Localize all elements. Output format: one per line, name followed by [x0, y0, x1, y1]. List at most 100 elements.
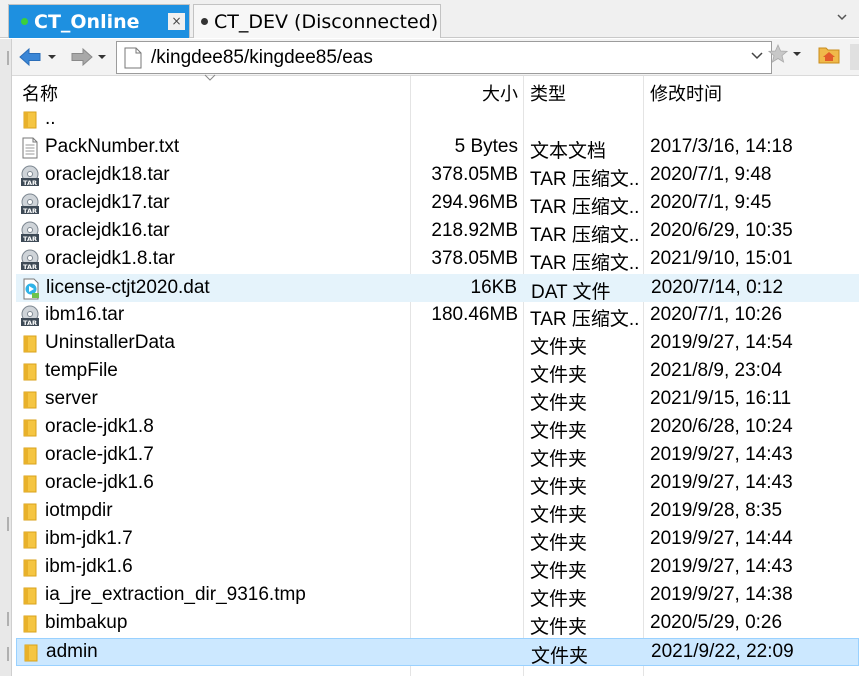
file-row[interactable]: .. [16, 106, 859, 134]
path-input[interactable] [151, 46, 711, 69]
column-header-size[interactable]: 大小 [482, 80, 518, 106]
file-row[interactable]: TAR oraclejdk1.8.tar 378.05MB TAR 压缩文... 202… [16, 246, 859, 274]
back-button[interactable] [18, 44, 57, 70]
svg-text:TAR: TAR [23, 207, 37, 215]
tar-archive-icon: TAR [20, 249, 40, 271]
chevron-down-icon[interactable] [47, 53, 57, 61]
folder-icon [20, 473, 40, 495]
file-row[interactable]: ibm-jdk1.6 文件夹 2019/9/27, 14:43 [16, 554, 859, 582]
file-type: 文件夹 [530, 617, 588, 638]
svg-text:TAR: TAR [23, 235, 37, 243]
tar-archive-icon: TAR [20, 221, 40, 243]
file-name: oraclejdk1.8.tar [45, 248, 175, 269]
tab-label: CT_DEV (Disconnected) [214, 10, 439, 33]
file-row[interactable]: ibm-jdk1.7 文件夹 2019/9/27, 14:44 [16, 526, 859, 554]
column-header-type[interactable]: 类型 [530, 80, 566, 106]
file-row[interactable]: ia_jre_extraction_dir_9316.tmp 文件夹 2019/9/… [16, 582, 859, 610]
file-name: oraclejdk18.tar [45, 164, 170, 185]
file-type: TAR 压缩文... [530, 225, 640, 246]
file-row[interactable]: iotmpdir 文件夹 2019/9/28, 8:35 [16, 498, 859, 526]
home-button[interactable] [818, 44, 840, 64]
file-size: 16KB [470, 277, 517, 298]
star-icon [768, 44, 788, 63]
file-modified: 2020/7/1, 9:45 [650, 192, 772, 213]
file-size: 180.46MB [431, 304, 518, 325]
folder-icon [20, 417, 40, 439]
file-name: oraclejdk17.tar [45, 192, 170, 213]
chevron-down-icon[interactable] [792, 50, 802, 58]
file-name: ia_jre_extraction_dir_9316.tmp [45, 584, 306, 605]
forward-button[interactable] [68, 44, 107, 70]
disconnected-status-icon [201, 18, 208, 25]
left-panel-edge [0, 39, 12, 676]
file-name: iotmpdir [45, 500, 113, 521]
file-name: PackNumber.txt [45, 136, 180, 157]
file-row[interactable]: license-ctjt2020.dat 16KB DAT 文件 2020/7/14,… [16, 274, 859, 303]
file-name: oraclejdk16.tar [45, 220, 170, 241]
folder-icon [20, 613, 40, 635]
file-name: ibm-jdk1.7 [45, 528, 133, 549]
bookmark-button[interactable] [768, 44, 802, 64]
tab-label: CT_Online [34, 10, 140, 33]
path-field[interactable] [116, 41, 772, 74]
file-modified: 2019/9/28, 8:35 [650, 500, 783, 521]
chevron-down-icon[interactable] [97, 53, 107, 61]
file-row[interactable]: bimbakup 文件夹 2020/5/29, 0:26 [16, 610, 859, 638]
file-modified: 2021/9/22, 22:09 [651, 641, 794, 662]
file-row[interactable]: TAR ibm16.tar 180.46MB TAR 压缩文... 2020/7/1, … [16, 302, 859, 330]
file-row[interactable]: TAR oraclejdk17.tar 294.96MB TAR 压缩文... 2020… [16, 190, 859, 218]
file-row[interactable]: tempFile 文件夹 2021/8/9, 23:04 [16, 358, 859, 386]
file-size: 378.05MB [431, 164, 518, 185]
file-name: server [45, 388, 98, 409]
tab-list-chevron-icon[interactable] [837, 12, 847, 22]
file-row[interactable]: oracle-jdk1.7 文件夹 2019/9/27, 14:43 [16, 442, 859, 470]
file-type: 文本文档 [530, 141, 607, 162]
file-row[interactable]: server 文件夹 2021/9/15, 16:11 [16, 386, 859, 414]
file-modified: 2019/9/27, 14:43 [650, 472, 793, 493]
file-size: 5 Bytes [454, 136, 518, 157]
folder-icon [21, 642, 41, 664]
tab-ct-dev[interactable]: CT_DEV (Disconnected) [193, 4, 441, 38]
file-row[interactable]: PackNumber.txt 5 Bytes 文本文档 2017/3/16, 14:1… [16, 134, 859, 162]
column-header-modified[interactable]: 修改时间 [650, 80, 722, 106]
file-modified: 2019/9/27, 14:44 [650, 528, 793, 549]
file-row[interactable]: TAR oraclejdk16.tar 218.92MB TAR 压缩文... 2020… [16, 218, 859, 246]
file-row[interactable]: UninstallerData 文件夹 2019/9/27, 14:54 [16, 330, 859, 358]
file-row[interactable]: TAR oraclejdk18.tar 378.05MB TAR 压缩文... 2020… [16, 162, 859, 190]
file-modified: 2019/9/27, 14:43 [650, 444, 793, 465]
file-modified: 2020/5/29, 0:26 [650, 612, 783, 633]
svg-text:TAR: TAR [23, 179, 37, 187]
file-list: 名称 大小 类型 修改时间 .. PackNumber.txt 5 Bytes 文本文… [14, 74, 859, 676]
file-row[interactable]: oracle-jdk1.8 文件夹 2020/6/28, 10:24 [16, 414, 859, 442]
column-header: 名称 大小 类型 修改时间 [14, 74, 859, 106]
sort-descending-icon [204, 74, 216, 81]
file-type: TAR 压缩文... [530, 197, 640, 218]
file-type: 文件夹 [530, 477, 588, 498]
file-type: 文件夹 [530, 561, 588, 582]
file-name: ibm16.tar [45, 304, 125, 325]
file-modified: 2020/6/28, 10:24 [650, 416, 793, 437]
file-type: TAR 压缩文... [530, 253, 640, 274]
file-name: tempFile [45, 360, 118, 381]
tar-archive-icon: TAR [20, 193, 40, 215]
file-modified: 2019/9/27, 14:43 [650, 556, 793, 577]
file-modified: 2020/7/14, 0:12 [651, 277, 784, 298]
toolbar-overflow [850, 44, 859, 70]
column-header-name[interactable]: 名称 [22, 80, 58, 106]
tar-archive-icon: TAR [20, 305, 40, 327]
arrow-right-icon [71, 47, 93, 67]
file-row[interactable]: admin 文件夹 2021/9/22, 22:09 [16, 638, 859, 667]
file-size: 218.92MB [431, 220, 518, 241]
document-icon [124, 47, 142, 68]
chevron-down-icon[interactable] [751, 52, 763, 60]
file-name: bimbakup [45, 612, 128, 633]
tab-ct-online[interactable]: CT_Online × [8, 4, 190, 38]
file-modified: 2020/7/1, 10:26 [650, 304, 783, 325]
file-name: admin [46, 641, 98, 662]
file-row[interactable]: oracle-jdk1.6 文件夹 2019/9/27, 14:43 [16, 470, 859, 498]
file-name: ibm-jdk1.6 [45, 556, 133, 577]
close-tab-icon[interactable]: × [168, 13, 185, 30]
file-name: oracle-jdk1.6 [45, 472, 154, 493]
file-type: TAR 压缩文... [530, 169, 640, 190]
navigation-toolbar [12, 39, 859, 76]
